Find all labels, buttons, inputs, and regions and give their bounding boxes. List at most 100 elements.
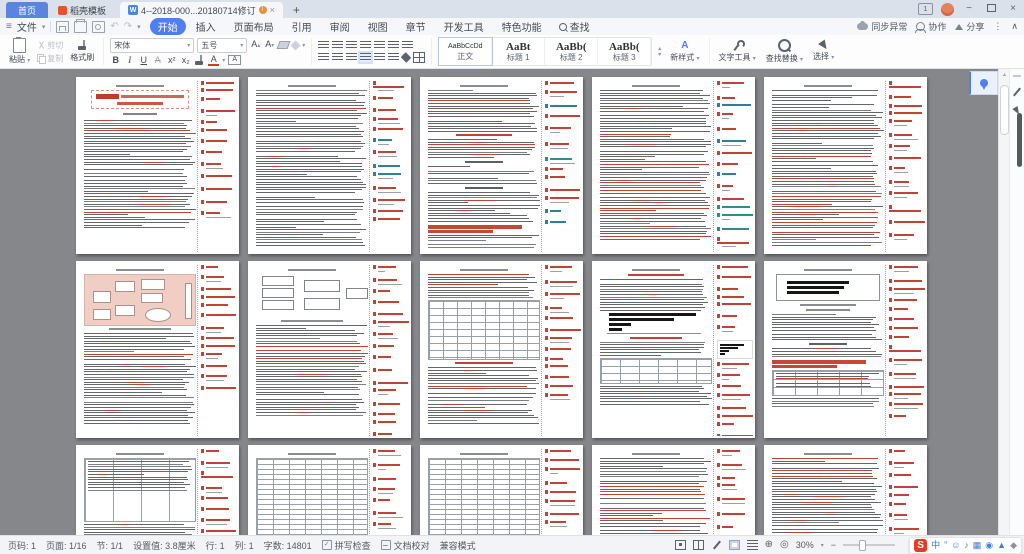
page-thumbnail-8[interactable]: [420, 261, 583, 438]
pen-icon[interactable]: [1013, 88, 1021, 97]
tab-docer[interactable]: 稻壳模板: [50, 2, 114, 18]
underline-button[interactable]: U: [138, 55, 149, 66]
page-thumbnail-9[interactable]: [592, 261, 755, 438]
superscript-button[interactable]: x²: [166, 55, 177, 66]
sync-status[interactable]: 同步异常: [857, 20, 907, 33]
format-painter-button[interactable]: 格式刷: [67, 40, 97, 63]
zoom-level[interactable]: 30%: [796, 540, 814, 550]
undo-icon[interactable]: ↶: [110, 21, 118, 32]
clear-format-icon[interactable]: [277, 41, 291, 49]
minimize-button[interactable]: −: [962, 4, 976, 14]
paste-button[interactable]: 粘贴 ▾: [6, 38, 33, 65]
tab-home[interactable]: 首页: [6, 2, 48, 18]
ime-icon-7[interactable]: ◆: [1010, 539, 1017, 552]
spell-check-toggle[interactable]: ✓ 拼写检查: [322, 539, 371, 552]
ime-icon-0[interactable]: 中: [931, 539, 940, 552]
workspace-badge[interactable]: 1: [918, 3, 933, 15]
ime-icon-2[interactable]: ☺: [951, 539, 960, 552]
find-replace-button[interactable]: 查找替换 ▾: [763, 39, 806, 64]
tab-document[interactable]: W 4--2018-000...20180714修订 ! ×: [120, 2, 283, 18]
paragraph-layout-icon[interactable]: [388, 41, 399, 50]
bold-button[interactable]: B: [110, 55, 121, 66]
new-style-button[interactable]: A 新样式 ▾: [667, 40, 702, 63]
more-icon[interactable]: ⋮: [993, 21, 1002, 32]
menu-tab-5[interactable]: 视图: [360, 18, 396, 35]
phonetic-guide-icon[interactable]: [291, 40, 301, 50]
scrollbar-thumb-light[interactable]: [1000, 85, 1009, 135]
style-tile-2[interactable]: AaBb(标题 2: [545, 38, 598, 65]
page-thumbnail-10[interactable]: [764, 261, 927, 438]
italic-button[interactable]: I: [124, 55, 135, 66]
align-right-icon[interactable]: [346, 53, 357, 62]
numbered-list-icon[interactable]: [332, 41, 343, 50]
style-gallery-scroll[interactable]: ▴ ▾: [656, 46, 663, 58]
page-thumbnail-5[interactable]: [764, 77, 927, 254]
text-tool-button[interactable]: 文字工具 ▾: [716, 40, 759, 63]
collapse-ribbon-icon[interactable]: ∧: [1011, 21, 1018, 32]
menu-tab-1[interactable]: 插入: [188, 18, 224, 35]
file-menu[interactable]: 文件: [17, 19, 37, 34]
style-tile-0[interactable]: AaBbCcDd正文: [439, 38, 492, 65]
doc-proof-button[interactable]: 文档校对: [381, 539, 430, 552]
line-spacing-icon[interactable]: [388, 53, 399, 62]
page-thumbnail-2[interactable]: [248, 77, 411, 254]
share-button[interactable]: 分享: [955, 20, 984, 33]
menu-tab-6[interactable]: 章节: [398, 18, 434, 35]
text-direction-icon[interactable]: [374, 41, 385, 50]
redo-icon[interactable]: ↷: [124, 21, 132, 32]
page-view-icon[interactable]: [693, 540, 704, 550]
ime-icon-1[interactable]: ”: [944, 539, 947, 552]
align-center-icon[interactable]: [332, 53, 343, 62]
fullscreen-view-icon[interactable]: [675, 540, 686, 550]
find-menu[interactable]: 查找: [559, 19, 590, 34]
menu-tab-3[interactable]: 引用: [284, 18, 320, 35]
location-pin-button[interactable]: [969, 71, 998, 95]
zoom-out-button[interactable]: −: [831, 540, 836, 550]
new-tab-button[interactable]: +: [283, 2, 310, 18]
show-marks-icon[interactable]: [402, 41, 413, 50]
outline-view-icon[interactable]: [747, 540, 758, 550]
ime-icon-5[interactable]: ◉: [985, 539, 993, 552]
style-tile-1[interactable]: AaBt标题 1: [492, 38, 545, 65]
ime-toolbar[interactable]: S 中”☺♪▦◉▲◆: [909, 537, 1022, 554]
page-thumbnail-12[interactable]: [248, 445, 411, 535]
zoom-slider[interactable]: [843, 544, 895, 546]
select-button[interactable]: 选择 ▾: [810, 41, 837, 62]
zoom-slider-thumb[interactable]: [859, 540, 866, 551]
gallery-down-icon[interactable]: ▾: [658, 52, 661, 58]
ime-logo-icon[interactable]: S: [914, 539, 927, 552]
ink-view-icon[interactable]: [711, 540, 722, 550]
align-left-icon[interactable]: [318, 53, 329, 62]
page-thumbnail-11[interactable]: [76, 445, 239, 535]
print-preview-icon[interactable]: [92, 21, 105, 33]
highlight-icon[interactable]: [194, 55, 205, 66]
strikethrough-button[interactable]: A: [152, 55, 163, 66]
ime-icon-6[interactable]: ▲: [997, 539, 1006, 552]
user-avatar[interactable]: [941, 3, 954, 16]
page-thumbnail-13[interactable]: [420, 445, 583, 535]
eye-protect-icon[interactable]: ◎: [780, 540, 789, 550]
tab-close-icon[interactable]: ×: [270, 5, 275, 15]
align-distribute-icon[interactable]: [374, 53, 385, 62]
increase-indent-icon[interactable]: [360, 41, 371, 50]
document-canvas[interactable]: ▴: [0, 69, 1024, 535]
maximize-button[interactable]: [984, 4, 998, 15]
web-view-icon[interactable]: ⊕: [765, 540, 773, 550]
close-button[interactable]: ×: [1006, 4, 1020, 14]
quickbar-caret-icon[interactable]: ▾: [137, 23, 141, 31]
font-color-button[interactable]: A: [208, 55, 219, 66]
page-thumbnail-7[interactable]: [248, 261, 411, 438]
copy-button[interactable]: 复制: [37, 53, 63, 64]
read-mode-icon[interactable]: [729, 540, 740, 550]
cut-button[interactable]: 剪切: [37, 40, 63, 51]
subscript-button[interactable]: x₂: [180, 55, 191, 66]
bullet-list-icon[interactable]: [318, 41, 329, 50]
page-thumbnail-14[interactable]: [592, 445, 755, 535]
menu-tab-2[interactable]: 页面布局: [226, 18, 282, 35]
menu-tab-8[interactable]: 特色功能: [494, 18, 550, 35]
print-icon[interactable]: [74, 21, 87, 33]
shrink-font-button[interactable]: A▾: [264, 39, 275, 52]
scrollbar-thumb-dark[interactable]: [1017, 113, 1022, 167]
borders-icon[interactable]: [413, 52, 425, 63]
font-size-select[interactable]: 五号 ▾: [197, 38, 247, 53]
